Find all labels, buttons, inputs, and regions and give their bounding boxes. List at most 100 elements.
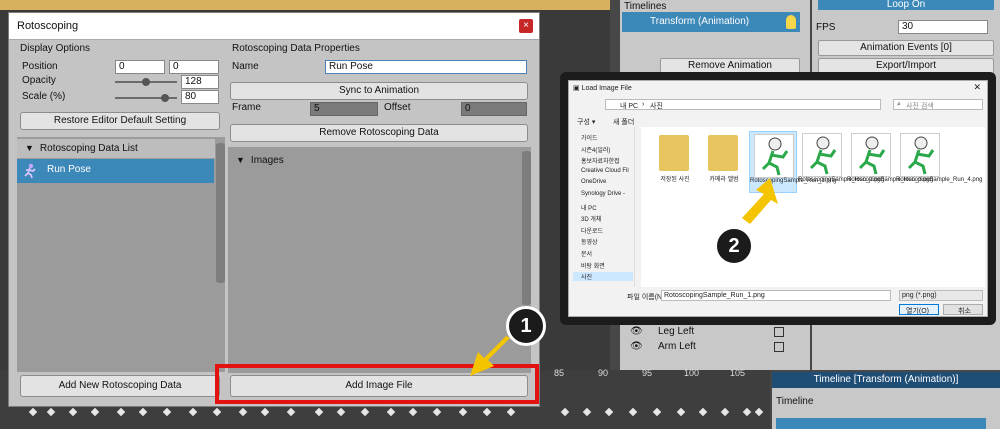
keyframe-marker[interactable]	[286, 407, 296, 417]
name-field[interactable]: Run Pose	[325, 60, 527, 74]
restore-default-button[interactable]: Restore Editor Default Setting	[20, 112, 220, 130]
keyframe-marker[interactable]	[652, 407, 662, 417]
keyframe-marker[interactable]	[162, 407, 172, 417]
layer-row[interactable]: 👁 Leg Left	[628, 326, 798, 340]
scale-field[interactable]: 80	[181, 90, 219, 104]
layer-checkbox[interactable]	[774, 327, 784, 337]
keyframe-marker[interactable]	[238, 407, 248, 417]
keyframe-marker[interactable]	[386, 407, 396, 417]
images-header[interactable]: ▼ Images	[228, 151, 521, 170]
keyframe-marker[interactable]	[260, 407, 270, 417]
address-bar[interactable]: 내 PC › 사진	[605, 99, 881, 110]
keyframe-marker[interactable]	[138, 407, 148, 417]
folder-icon	[659, 135, 689, 171]
list-item[interactable]: Run Pose	[17, 159, 214, 183]
position-y-field[interactable]: 0	[169, 60, 219, 74]
scale-slider-handle[interactable]	[160, 94, 169, 102]
organize-menu[interactable]: 구성 ▾	[577, 117, 595, 127]
nav-item[interactable]: Synology Drive -	[573, 191, 625, 197]
opacity-slider-handle[interactable]	[142, 78, 150, 86]
fps-field[interactable]: 30	[898, 20, 988, 34]
layer-checkbox[interactable]	[774, 342, 784, 352]
keyframe-marker[interactable]	[560, 407, 570, 417]
keyframe-marker[interactable]	[408, 407, 418, 417]
list-item-label: Run Pose	[47, 164, 91, 175]
data-list-header[interactable]: ▼ Rotoscoping Data List	[17, 139, 215, 158]
filename-field[interactable]: RotoscopingSample_Run_1.png	[661, 290, 891, 301]
keyframe-marker[interactable]	[582, 407, 592, 417]
close-icon[interactable]: ×	[519, 19, 533, 33]
new-folder-button[interactable]: 새 폴더	[613, 117, 634, 127]
filetype-select[interactable]: png (*.png)	[899, 290, 983, 301]
name-label: Name	[232, 61, 259, 72]
animation-events-button[interactable]: Animation Events [0]	[818, 40, 994, 56]
keyframe-marker[interactable]	[90, 407, 100, 417]
keyframe-marker[interactable]	[46, 407, 56, 417]
nav-item[interactable]: 다운로드	[573, 226, 603, 235]
nav-item[interactable]: 내 PC	[573, 203, 597, 212]
nav-item[interactable]: 문서	[573, 249, 592, 258]
timeline-item[interactable]: Transform (Animation)	[622, 12, 800, 32]
keyframe-marker[interactable]	[628, 407, 638, 417]
keyframe-marker[interactable]	[742, 407, 752, 417]
scale-label: Scale (%)	[22, 91, 66, 102]
keyframe-marker[interactable]	[506, 407, 516, 417]
images-scrollbar[interactable]	[522, 151, 531, 305]
remove-data-button[interactable]: Remove Rotoscoping Data	[230, 124, 528, 142]
keyframe-marker[interactable]	[336, 407, 346, 417]
keyframe-marker[interactable]	[188, 407, 198, 417]
keyframe-marker[interactable]	[604, 407, 614, 417]
loop-button[interactable]: Loop On	[818, 0, 994, 10]
layer-row[interactable]: 👁 Arm Left	[628, 341, 798, 355]
keyframe-marker[interactable]	[482, 407, 492, 417]
keyframe-marker[interactable]	[676, 407, 686, 417]
file-item[interactable]: RotoscopingSample_Run_4.png	[896, 131, 982, 193]
breadcrumb-item[interactable]: 내 PC	[620, 101, 638, 111]
file-item[interactable]: RotoscopingSample_Run_3.png	[847, 131, 933, 193]
search-input[interactable]: ⌕ 사진 검색	[893, 99, 983, 110]
sync-to-animation-button[interactable]: Sync to Animation	[230, 82, 528, 100]
opacity-field[interactable]: 128	[181, 75, 219, 89]
cancel-button[interactable]: 취소	[943, 304, 983, 315]
keyframe-marker[interactable]	[432, 407, 442, 417]
nav-item[interactable]: 가이드	[573, 133, 598, 142]
collapse-icon[interactable]: ▼	[25, 143, 34, 153]
file-item[interactable]: 저장된 사진	[651, 131, 699, 193]
breadcrumb-item[interactable]: 사진	[650, 101, 663, 111]
keyframe-marker[interactable]	[698, 407, 708, 417]
keyframe-marker[interactable]	[28, 407, 38, 417]
position-x-field[interactable]: 0	[115, 60, 165, 74]
keyframe-marker[interactable]	[212, 407, 222, 417]
keyframe-marker[interactable]	[116, 407, 126, 417]
keyframe-marker[interactable]	[360, 407, 370, 417]
layer-label: Leg Left	[658, 326, 695, 337]
ruler-tick: 100	[684, 368, 700, 378]
offset-field[interactable]: 0	[461, 102, 527, 116]
dialog-close-icon[interactable]: ✕	[973, 82, 981, 93]
rotoscoping-window: Rotoscoping × Display Options Position 0…	[8, 12, 540, 407]
nav-item[interactable]: 홍보자료차한접	[573, 156, 620, 165]
lightbulb-icon	[786, 15, 796, 29]
nav-item[interactable]: Creative Cloud Fil	[573, 168, 629, 174]
eye-icon[interactable]: 👁	[630, 341, 643, 352]
nav-item[interactable]: 바탕 화면	[573, 261, 605, 270]
keyframe-marker[interactable]	[68, 407, 78, 417]
eye-icon[interactable]: 👁	[630, 326, 643, 337]
keyframe-marker[interactable]	[720, 407, 730, 417]
nav-item[interactable]: 3D 개체	[573, 214, 601, 223]
nav-item[interactable]: 시즌4(일러)	[573, 145, 610, 154]
nav-item[interactable]: 동영상	[573, 237, 598, 246]
keyframe-marker[interactable]	[754, 407, 764, 417]
filename-value: RotoscopingSample_Run_1.png	[664, 292, 765, 299]
open-button[interactable]: 열기(O)	[899, 304, 939, 315]
timeline-bar[interactable]	[776, 418, 986, 429]
collapse-icon[interactable]: ▼	[236, 155, 245, 165]
frame-field[interactable]: 5	[310, 102, 378, 116]
nav-item[interactable]: OneDrive	[573, 179, 606, 185]
add-new-data-button[interactable]: Add New Rotoscoping Data	[20, 375, 220, 397]
data-list-scrollbar[interactable]	[216, 143, 225, 283]
file-item[interactable]: RotoscopingSample_Run_2.png	[798, 131, 884, 193]
nav-item[interactable]: 사진	[573, 272, 633, 282]
keyframe-marker[interactable]	[314, 407, 324, 417]
keyframe-marker[interactable]	[458, 407, 468, 417]
